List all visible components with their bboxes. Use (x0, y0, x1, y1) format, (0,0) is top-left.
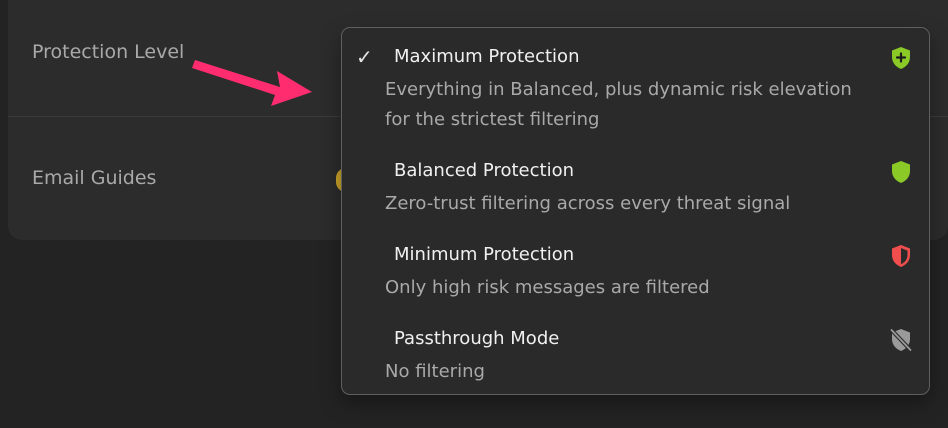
option-title: Balanced Protection (394, 160, 574, 181)
option-title: Minimum Protection (394, 244, 575, 265)
shield-icon (892, 161, 910, 183)
selected-check-icon: ✓ (356, 45, 373, 69)
shield-off-icon (890, 328, 912, 352)
protection-level-dropdown[interactable]: ✓ Maximum Protection Everything in Balan… (341, 27, 930, 395)
shield-plus-icon (892, 47, 910, 69)
shield-half-icon (892, 245, 910, 267)
option-title: Maximum Protection (394, 46, 580, 67)
protection-level-label: Protection Level (32, 41, 185, 63)
option-title: Passthrough Mode (394, 328, 560, 349)
option-description: No filtering (385, 361, 485, 382)
annotation-arrow-icon (192, 60, 312, 106)
option-description: Only high risk messages are filtered (385, 277, 710, 298)
email-guides-label: Email Guides (32, 167, 157, 189)
option-description: Zero-trust filtering across every threat… (385, 193, 791, 214)
option-description: Everything in Balanced, plus dynamic ris… (385, 79, 852, 130)
